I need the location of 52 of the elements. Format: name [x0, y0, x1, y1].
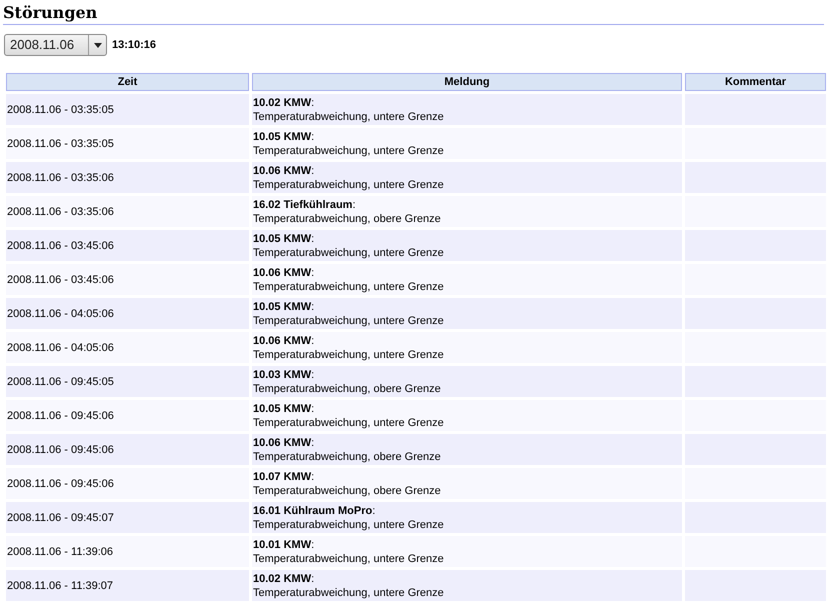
- message-text: Temperaturabweichung, untere Grenze: [253, 586, 444, 600]
- source-label: 10.06 KMW:: [253, 334, 314, 348]
- date-dropdown[interactable]: 2008.11.06: [4, 34, 107, 56]
- time-cell: 2008.11.06 - 03:45:06: [6, 230, 249, 261]
- column-header: Meldung: [252, 73, 682, 91]
- message-text: Temperaturabweichung, untere Grenze: [253, 110, 444, 124]
- source-label: 10.05 KMW:: [253, 232, 314, 246]
- message-text: Temperaturabweichung, untere Grenze: [253, 348, 444, 362]
- message-text: Temperaturabweichung, untere Grenze: [253, 552, 444, 566]
- time-cell: 2008.11.06 - 03:35:06: [6, 162, 249, 193]
- time-cell: 2008.11.06 - 09:45:06: [6, 400, 249, 431]
- time-cell: 2008.11.06 - 03:35:05: [6, 94, 249, 125]
- message-text: Temperaturabweichung, untere Grenze: [253, 518, 444, 532]
- time-cell: 2008.11.06 - 09:45:06: [6, 434, 249, 465]
- column-header: Zeit: [6, 73, 249, 91]
- time-cell: 2008.11.06 - 09:45:05: [6, 366, 249, 397]
- source-label: 10.05 KMW:: [253, 130, 314, 144]
- source-label: 10.06 KMW:: [253, 164, 314, 178]
- source-label: 10.06 KMW:: [253, 436, 314, 450]
- message-text: Temperaturabweichung, untere Grenze: [253, 246, 444, 260]
- source-label: 10.01 KMW:: [253, 538, 314, 552]
- source-label: 10.02 KMW:: [253, 96, 314, 110]
- message-text: Temperaturabweichung, untere Grenze: [253, 144, 444, 158]
- time-cell: 2008.11.06 - 09:45:06: [6, 468, 249, 499]
- message-text: Temperaturabweichung, untere Grenze: [253, 314, 444, 328]
- time-cell: 2008.11.06 - 09:45:07: [6, 502, 249, 533]
- message-text: Temperaturabweichung, untere Grenze: [253, 178, 444, 192]
- source-label: 10.06 KMW:: [253, 266, 314, 280]
- caret-icon: [94, 42, 102, 48]
- message-text: Temperaturabweichung, obere Grenze: [253, 484, 441, 498]
- message-text: Temperaturabweichung, obere Grenze: [253, 382, 441, 396]
- source-label: 10.03 KMW:: [253, 368, 314, 382]
- source-label: 16.01 Kühlraum MoPro:: [253, 504, 376, 518]
- message-text: Temperaturabweichung, obere Grenze: [253, 212, 441, 226]
- column-header: Kommentar: [685, 73, 826, 91]
- message-text: Temperaturabweichung, obere Grenze: [253, 450, 441, 464]
- source-label: 10.02 KMW:: [253, 572, 314, 586]
- time-cell: 2008.11.06 - 11:39:06: [6, 536, 249, 567]
- message-text: Temperaturabweichung, untere Grenze: [253, 416, 444, 430]
- time-cell: 2008.11.06 - 03:35:06: [6, 196, 249, 227]
- message-text: Temperaturabweichung, untere Grenze: [253, 280, 444, 294]
- time-cell: 2008.11.06 - 04:05:06: [6, 298, 249, 329]
- time-label: 13:10:16: [112, 39, 156, 51]
- time-cell: 2008.11.06 - 11:39:07: [6, 570, 249, 601]
- page-title: Störungen: [3, 3, 824, 25]
- source-label: 16.02 Tiefkühlraum:: [253, 198, 356, 212]
- source-label: 10.05 KMW:: [253, 402, 314, 416]
- source-label: 10.07 KMW:: [253, 470, 314, 484]
- time-cell: 2008.11.06 - 03:35:05: [6, 128, 249, 159]
- time-cell: 2008.11.06 - 04:05:06: [6, 332, 249, 363]
- time-cell: 2008.11.06 - 03:45:06: [6, 264, 249, 295]
- source-label: 10.05 KMW:: [253, 300, 314, 314]
